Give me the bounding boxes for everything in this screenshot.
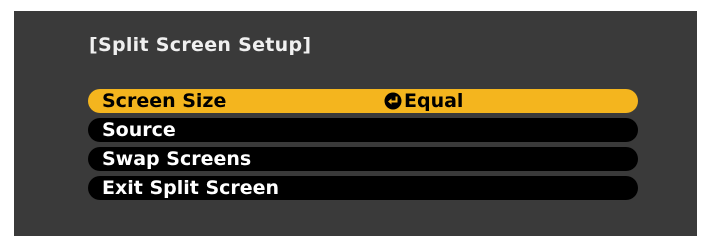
menu-item-label: Swap Screens	[102, 148, 252, 170]
menu-item-label: Source	[102, 119, 176, 141]
projector-menu-screen: [Split Screen Setup] Screen Size Equal S…	[14, 11, 697, 236]
menu-item-swap-screens[interactable]: Swap Screens	[88, 147, 638, 171]
menu-item-label: Screen Size	[102, 90, 227, 112]
screen-size-value: Equal	[404, 90, 464, 112]
menu-item-label: Exit Split Screen	[102, 177, 280, 199]
enter-icon	[384, 92, 402, 110]
menu-item-value: Equal	[384, 90, 463, 112]
menu-item-screen-size[interactable]: Screen Size Equal	[88, 89, 638, 113]
menu-item-source[interactable]: Source	[88, 118, 638, 142]
menu-title: [Split Screen Setup]	[89, 34, 312, 56]
menu-item-exit-split-screen[interactable]: Exit Split Screen	[88, 176, 638, 200]
split-screen-menu: Screen Size Equal Source Swap Screens Ex…	[88, 89, 638, 205]
